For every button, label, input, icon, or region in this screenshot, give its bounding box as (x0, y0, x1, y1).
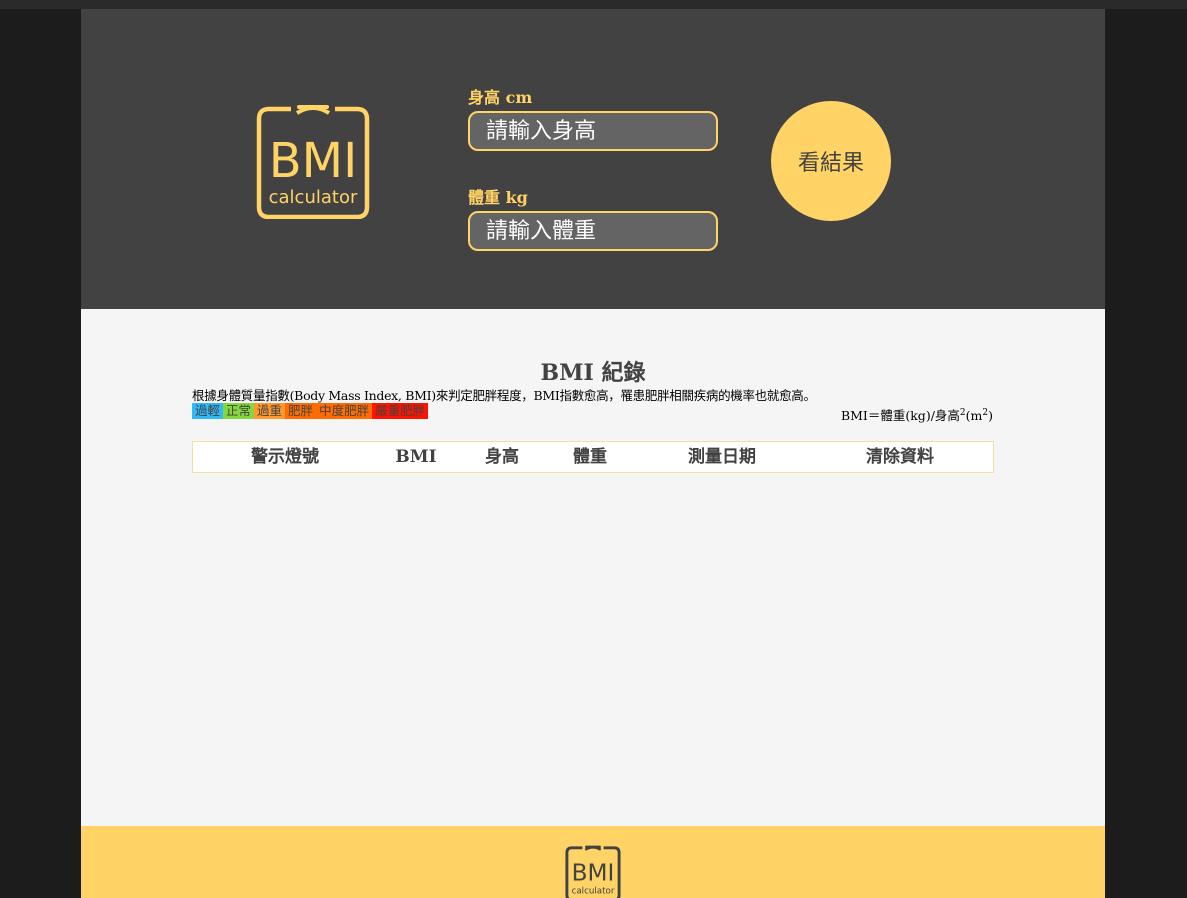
column-warning-light: 警示燈號 (251, 447, 319, 467)
legend-moderately-obese: 中度肥胖 (316, 403, 373, 419)
records-table-header: 警示燈號 BMI 身高 體重 測量日期 清除資料 (192, 441, 994, 473)
bmi-footer-logo: BMI calculator (565, 845, 621, 898)
legend-underweight: 過輕 (192, 403, 224, 419)
bmi-legend: 過輕 正常 過重 肥胖 中度肥胖 嚴重肥胖 (192, 403, 429, 419)
column-height: 身高 (485, 447, 519, 467)
page-container: BMI calculator 身高 cm 體重 kg 看結果 BMI 紀錄 根據… (81, 9, 1105, 898)
weight-input[interactable] (468, 211, 718, 251)
bmi-formula: BMI＝體重(kg)/身高2(m2) (841, 405, 993, 424)
column-clear: 清除資料 (866, 447, 934, 467)
bmi-logo: BMI calculator (256, 105, 370, 219)
browser-top-strip (0, 0, 1187, 9)
bmi-logo-subtext: calculator (269, 187, 358, 208)
formula-unit: (m (965, 408, 983, 423)
height-input[interactable] (468, 111, 718, 151)
formula-end: ) (988, 408, 993, 423)
footer-logo-subtext: calculator (572, 886, 615, 896)
see-result-button[interactable]: 看結果 (771, 101, 891, 221)
legend-overweight: 過重 (254, 403, 286, 419)
records-title: BMI 紀錄 (540, 360, 646, 386)
weight-label: 體重 kg (468, 188, 528, 207)
formula-prefix: BMI＝體重(kg)/身高 (840, 408, 960, 423)
bmi-logo-text: BMI (269, 133, 358, 189)
legend-normal: 正常 (223, 403, 255, 419)
height-label: 身高 cm (468, 88, 533, 107)
legend-obese: 肥胖 (285, 403, 317, 419)
legend-severely-obese: 嚴重肥胖 (372, 403, 429, 419)
footer-logo-text: BMI (572, 860, 615, 887)
footer: BMI calculator (81, 826, 1105, 898)
header-section: BMI calculator 身高 cm 體重 kg 看結果 (81, 9, 1105, 309)
column-weight: 體重 (573, 447, 607, 467)
column-date: 測量日期 (688, 447, 756, 467)
bmi-description: 根據身體質量指數(Body Mass Index, BMI)來判定肥胖程度，BM… (192, 388, 816, 403)
column-bmi: BMI (395, 447, 437, 467)
